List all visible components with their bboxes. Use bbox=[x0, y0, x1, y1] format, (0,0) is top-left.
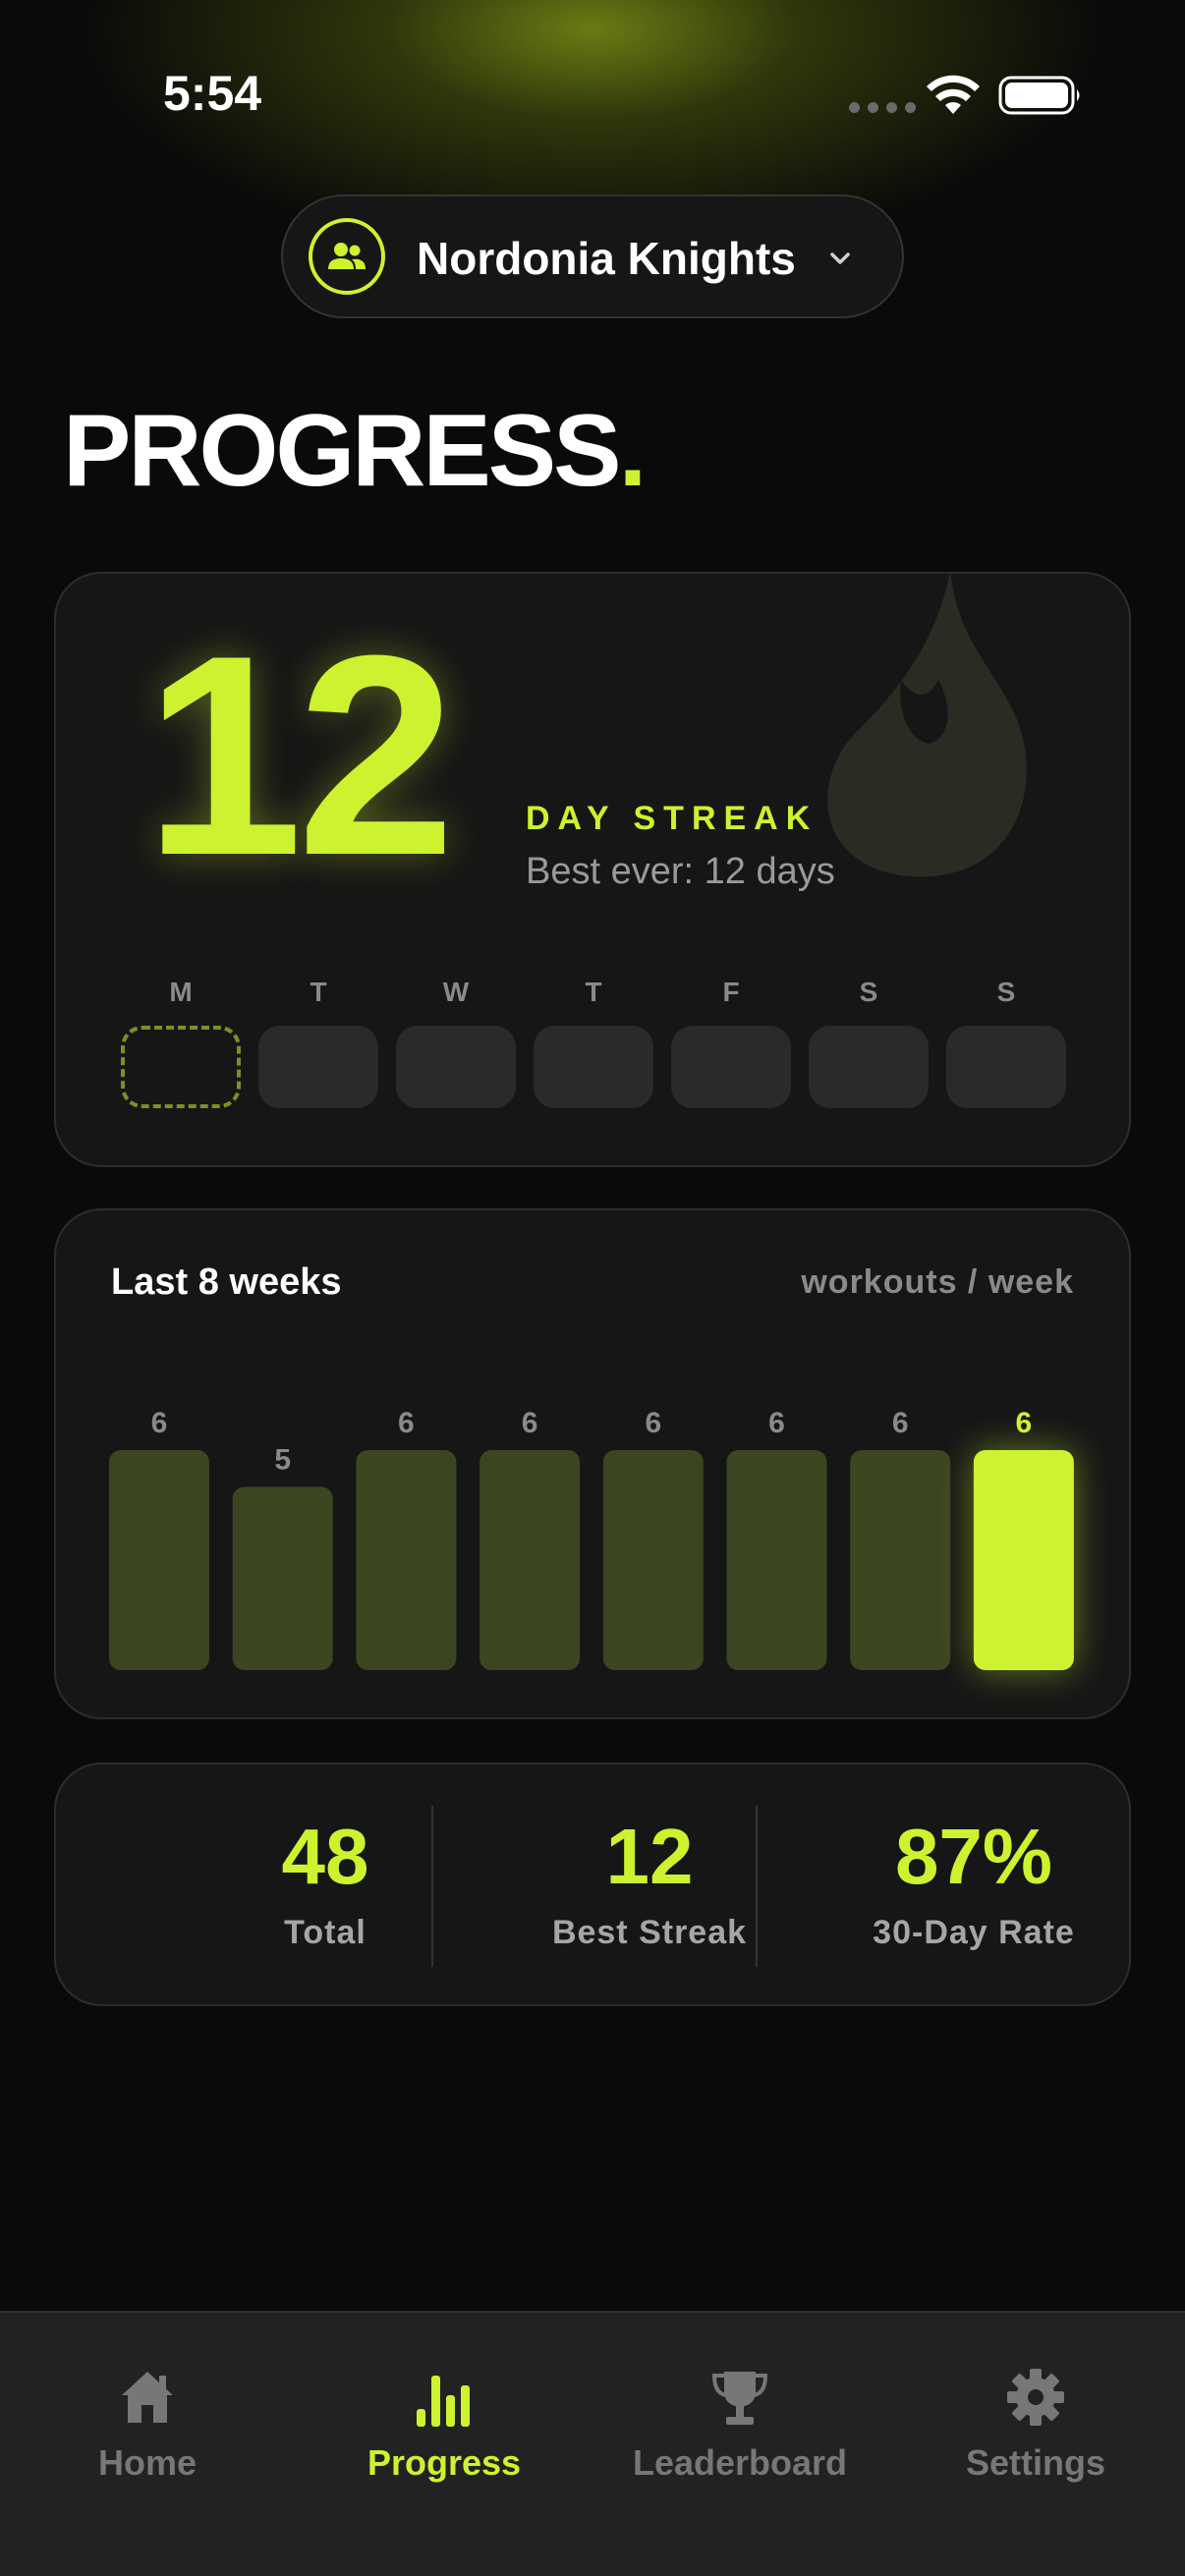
stats-card: 48 Total 12 Best Streak 87% 30-Day Rate bbox=[54, 1763, 1131, 2006]
cellular-signal-icon bbox=[849, 102, 916, 113]
tab-settings[interactable]: Settings bbox=[888, 2313, 1183, 2509]
stat-label: 30-Day Rate bbox=[873, 1914, 1075, 1951]
wifi-icon bbox=[927, 75, 980, 114]
stat-best-streak: 12 Best Streak bbox=[487, 1764, 812, 2004]
gear-icon bbox=[1007, 2369, 1064, 2426]
day-letter: T bbox=[310, 977, 327, 1007]
day-letter: M bbox=[169, 977, 193, 1007]
day-letter: S bbox=[996, 977, 1016, 1007]
day-tue: T bbox=[258, 977, 378, 1124]
bar-value-label: 6 bbox=[645, 1407, 661, 1439]
status-time: 5:54 bbox=[163, 66, 262, 121]
bar-week bbox=[232, 1486, 333, 1670]
tab-label: Progress bbox=[367, 2442, 522, 2483]
bar-value-label: 5 bbox=[274, 1443, 291, 1476]
day-letter: T bbox=[585, 977, 602, 1007]
day-mon: M bbox=[121, 977, 241, 1124]
stat-value: 48 bbox=[281, 1813, 369, 1900]
tab-label: Home bbox=[97, 2442, 198, 2483]
day-box bbox=[396, 1026, 516, 1108]
day-letter: S bbox=[859, 977, 878, 1007]
day-box bbox=[258, 1026, 378, 1108]
home-icon bbox=[122, 2372, 173, 2423]
day-wed: W bbox=[396, 977, 516, 1124]
day-letter: F bbox=[722, 977, 740, 1007]
team-avatar bbox=[309, 218, 385, 295]
stat-divider bbox=[756, 1806, 758, 1967]
battery-icon bbox=[998, 76, 1080, 115]
title-dot: . bbox=[618, 394, 647, 508]
status-bar: 5:54 bbox=[0, 0, 1185, 187]
day-fri: F bbox=[671, 977, 791, 1124]
bar-week bbox=[602, 1450, 704, 1670]
bar-current-week bbox=[973, 1450, 1074, 1670]
stat-value: 87% bbox=[894, 1813, 1053, 1900]
team-name: Nordonia Knights bbox=[417, 233, 796, 284]
day-sun: S bbox=[946, 977, 1066, 1124]
day-box bbox=[809, 1026, 929, 1108]
flame-icon bbox=[827, 574, 1027, 877]
bar-chart-icon bbox=[417, 2376, 470, 2427]
stat-label: Total bbox=[284, 1914, 367, 1951]
streak-card: 12 DAY STREAK Best ever: 12 days M T W T… bbox=[54, 572, 1131, 1167]
weekly-chart-card: Last 8 weeks workouts / week 65666666 bbox=[54, 1208, 1131, 1719]
tab-label: Leaderboard bbox=[632, 2442, 848, 2483]
tab-bar: Home Progress Leaderboard Settings bbox=[0, 2311, 1185, 2576]
stat-divider bbox=[431, 1806, 433, 1967]
day-box-today bbox=[121, 1026, 241, 1108]
tab-label: Settings bbox=[965, 2442, 1105, 2483]
day-sat: S bbox=[809, 977, 929, 1124]
streak-label: DAY STREAK bbox=[526, 800, 818, 837]
bar-value-label: 6 bbox=[398, 1407, 415, 1439]
tab-progress[interactable]: Progress bbox=[297, 2313, 592, 2509]
stat-30-day-rate: 87% 30-Day Rate bbox=[812, 1764, 1129, 2004]
streak-count: 12 bbox=[144, 596, 456, 915]
bar-value-label: 6 bbox=[768, 1407, 785, 1439]
day-box bbox=[671, 1026, 791, 1108]
page-title: PROGRESS. bbox=[63, 394, 647, 508]
stat-total: 48 Total bbox=[163, 1764, 487, 2004]
weekly-bar-chart: 6 5 6 6 6 6 6 6 bbox=[109, 1407, 1074, 1670]
bar-value-label: 6 bbox=[892, 1407, 909, 1439]
bar-week bbox=[356, 1450, 457, 1670]
day-box bbox=[534, 1026, 653, 1108]
bar-week bbox=[109, 1450, 209, 1670]
bar-week bbox=[726, 1450, 827, 1670]
chevron-down-icon bbox=[830, 252, 850, 264]
stat-value: 12 bbox=[605, 1813, 694, 1900]
team-selector[interactable]: Nordonia Knights bbox=[281, 195, 904, 318]
bar-value-label: 6 bbox=[1016, 1407, 1033, 1439]
stat-label: Best Streak bbox=[551, 1914, 748, 1951]
best-streak-text: Best ever: 12 days bbox=[526, 851, 835, 892]
day-box bbox=[946, 1026, 1066, 1108]
week-days: M T W T F S S bbox=[121, 977, 1070, 1124]
day-letter: W bbox=[442, 977, 470, 1007]
tab-home[interactable]: Home bbox=[0, 2313, 295, 2509]
people-icon bbox=[328, 243, 366, 269]
bar-value-label: 6 bbox=[151, 1407, 168, 1439]
bar-week bbox=[480, 1450, 581, 1670]
tab-leaderboard[interactable]: Leaderboard bbox=[592, 2313, 887, 2509]
day-thu: T bbox=[534, 977, 653, 1124]
bar-week bbox=[850, 1450, 951, 1670]
trophy-icon bbox=[711, 2372, 768, 2425]
bar-value-label: 6 bbox=[522, 1407, 538, 1439]
